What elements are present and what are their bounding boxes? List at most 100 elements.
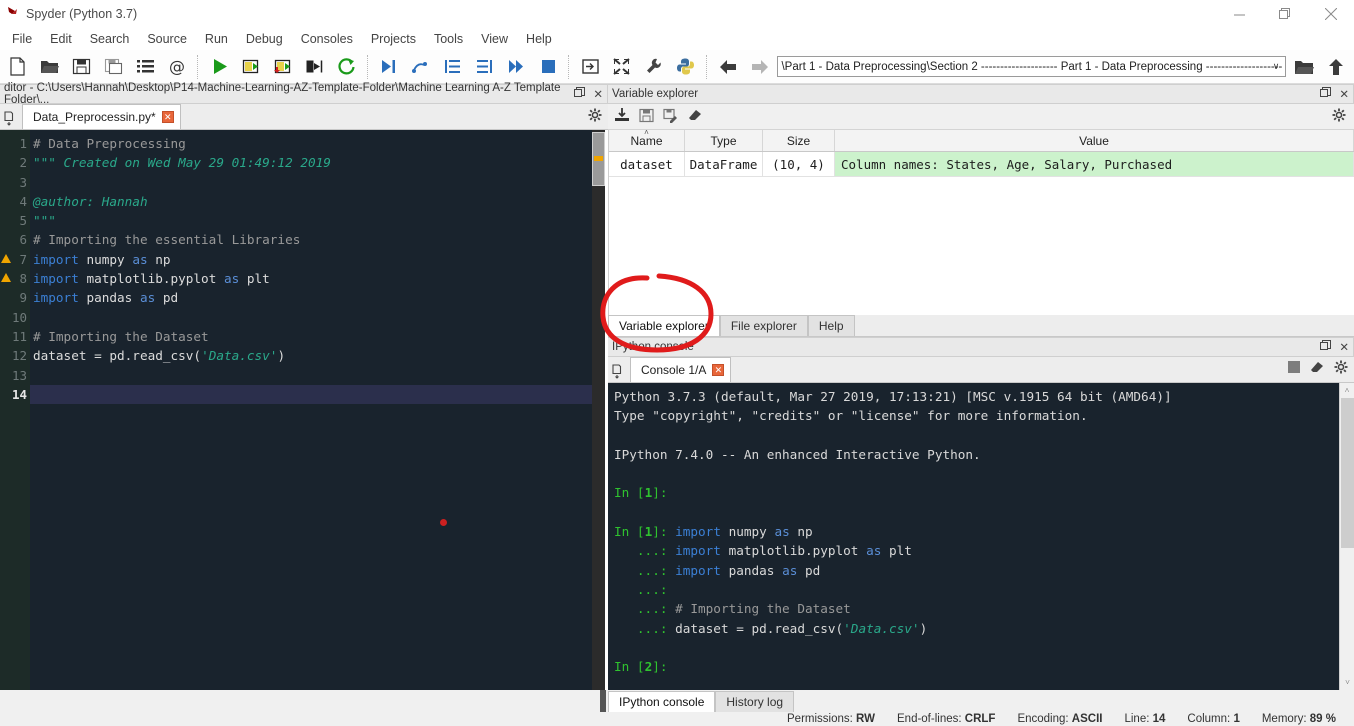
maximize-pane-icon[interactable]: [574, 52, 606, 82]
editor-undock-icon[interactable]: [574, 87, 586, 101]
variable-explorer-undock-icon[interactable]: [1320, 87, 1332, 101]
column-header-name[interactable]: ˄ Name: [609, 130, 685, 151]
browse-tabs-icon[interactable]: [0, 111, 22, 129]
cell-type[interactable]: DataFrame: [685, 152, 763, 177]
tab-ipython-console[interactable]: IPython console: [608, 691, 716, 712]
table-row[interactable]: dataset DataFrame (10, 4) Column names: …: [609, 152, 1354, 177]
remove-all-icon[interactable]: [1309, 359, 1325, 378]
code-line[interactable]: # Importing the essential Libraries: [30, 230, 608, 249]
column-header-value[interactable]: Value: [835, 130, 1354, 151]
editor-close-icon[interactable]: ✕: [593, 87, 603, 101]
console-undock-icon[interactable]: [1320, 340, 1332, 354]
parent-directory-icon[interactable]: [1320, 52, 1352, 82]
save-data-as-icon[interactable]: [663, 108, 678, 126]
menu-consoles[interactable]: Consoles: [292, 30, 362, 48]
console-close-icon[interactable]: ✕: [1339, 340, 1349, 354]
editor-file-tab[interactable]: Data_Preprocessin.py* ✕: [22, 104, 181, 129]
remove-all-icon[interactable]: [687, 107, 703, 126]
code-line[interactable]: [30, 366, 608, 385]
console-vertical-scrollbar[interactable]: ˄ ˅: [1339, 383, 1354, 690]
menu-search[interactable]: Search: [81, 30, 139, 48]
save-data-icon[interactable]: [639, 108, 654, 126]
file-list-icon[interactable]: [130, 52, 162, 82]
cell-name[interactable]: dataset: [609, 152, 685, 177]
code-line[interactable]: [30, 384, 608, 405]
editor-scrollbar-thumb[interactable]: [592, 132, 605, 186]
debug-file-icon[interactable]: [373, 52, 405, 82]
code-line[interactable]: # Importing the Dataset: [30, 327, 608, 346]
menu-run[interactable]: Run: [196, 30, 237, 48]
save-file-icon[interactable]: [66, 52, 98, 82]
column-header-size[interactable]: Size: [763, 130, 835, 151]
console-scrollbar-thumb[interactable]: [1341, 398, 1354, 548]
forward-arrow-icon[interactable]: [744, 52, 776, 82]
new-console-icon[interactable]: [608, 364, 630, 382]
editor-code-area[interactable]: # Data Preprocessing """ Created on Wed M…: [30, 130, 608, 690]
debug-stop-icon[interactable]: [532, 52, 564, 82]
warning-triangle-icon[interactable]: [1, 253, 11, 263]
fullscreen-icon[interactable]: [606, 52, 638, 82]
preferences-icon[interactable]: [638, 52, 670, 82]
tab-variable-explorer[interactable]: Variable explorer: [608, 315, 720, 336]
menu-tools[interactable]: Tools: [425, 30, 472, 48]
run-selection-icon[interactable]: [299, 52, 331, 82]
cell-value[interactable]: Column names: States, Age, Salary, Purch…: [835, 152, 1354, 177]
scroll-up-icon[interactable]: ˄: [1340, 383, 1354, 398]
menu-view[interactable]: View: [472, 30, 517, 48]
variable-explorer-table[interactable]: ˄ Name Type Size Value dataset DataFrame…: [608, 130, 1354, 315]
maximize-button[interactable]: [1262, 0, 1308, 28]
back-arrow-icon[interactable]: [712, 52, 744, 82]
console-tab-close-icon[interactable]: ✕: [712, 364, 725, 376]
menu-edit[interactable]: Edit: [41, 30, 81, 48]
column-header-type[interactable]: Type: [685, 130, 763, 151]
variable-explorer-options-gear-icon[interactable]: [1332, 108, 1346, 125]
scroll-down-icon[interactable]: ˅: [1340, 675, 1354, 690]
code-line[interactable]: @author: Hannah: [30, 192, 608, 211]
debug-step-icon[interactable]: [405, 52, 437, 82]
pane-splitter-handle[interactable]: [600, 690, 606, 712]
run-file-icon[interactable]: [203, 52, 235, 82]
code-line[interactable]: dataset = pd.read_csv('Data.csv'): [30, 346, 608, 365]
editor-vertical-scrollbar[interactable]: [592, 130, 605, 690]
code-editor[interactable]: 1 2 3 4 5 6 7 8 9 10 11 12 13 14 # Data Preprocessing…: [0, 130, 608, 690]
menu-help[interactable]: Help: [517, 30, 561, 48]
python-path-icon[interactable]: [670, 52, 702, 82]
run-cell-icon[interactable]: [235, 52, 267, 82]
chevron-down-icon[interactable]: ∨: [1273, 61, 1280, 72]
console-tab[interactable]: Console 1/A ✕: [630, 357, 732, 382]
menu-source[interactable]: Source: [138, 30, 196, 48]
debug-continue-icon[interactable]: [500, 52, 532, 82]
menu-debug[interactable]: Debug: [237, 30, 292, 48]
code-line[interactable]: """: [30, 211, 608, 230]
cell-size[interactable]: (10, 4): [763, 152, 835, 177]
debug-step-return-icon[interactable]: [468, 52, 500, 82]
console-output[interactable]: Python 3.7.3 (default, Mar 27 2019, 17:1…: [608, 383, 1354, 690]
console-options-gear-icon[interactable]: [1334, 360, 1348, 377]
code-line[interactable]: # Data Preprocessing: [30, 134, 608, 153]
tab-history-log[interactable]: History log: [715, 691, 795, 712]
save-all-icon[interactable]: [98, 52, 130, 82]
warning-triangle-icon[interactable]: [1, 273, 11, 283]
menu-projects[interactable]: Projects: [362, 30, 425, 48]
code-line[interactable]: [30, 308, 608, 327]
new-file-icon[interactable]: [2, 52, 34, 82]
debug-step-into-icon[interactable]: [437, 52, 469, 82]
stop-icon[interactable]: [1288, 361, 1300, 376]
minimize-button[interactable]: [1216, 0, 1262, 28]
code-line[interactable]: import pandas as pd: [30, 288, 608, 307]
working-directory-combobox[interactable]: \Part 1 - Data Preprocessing\Section 2 -…: [777, 56, 1287, 77]
open-file-icon[interactable]: [34, 52, 66, 82]
editor-options-gear-icon[interactable]: [588, 108, 602, 125]
code-line[interactable]: [30, 173, 608, 192]
variable-explorer-close-icon[interactable]: ✕: [1339, 87, 1349, 101]
tab-file-explorer[interactable]: File explorer: [719, 315, 808, 336]
close-button[interactable]: [1308, 0, 1354, 28]
menu-file[interactable]: File: [3, 30, 41, 48]
editor-file-tab-close-icon[interactable]: ✕: [161, 111, 174, 123]
at-symbol-icon[interactable]: @: [161, 52, 193, 82]
code-line[interactable]: import matplotlib.pyplot as plt: [30, 269, 608, 288]
run-cell-advance-icon[interactable]: [267, 52, 299, 82]
browse-folder-icon[interactable]: [1288, 52, 1320, 82]
re-run-icon[interactable]: [331, 52, 363, 82]
import-data-icon[interactable]: [614, 107, 630, 126]
